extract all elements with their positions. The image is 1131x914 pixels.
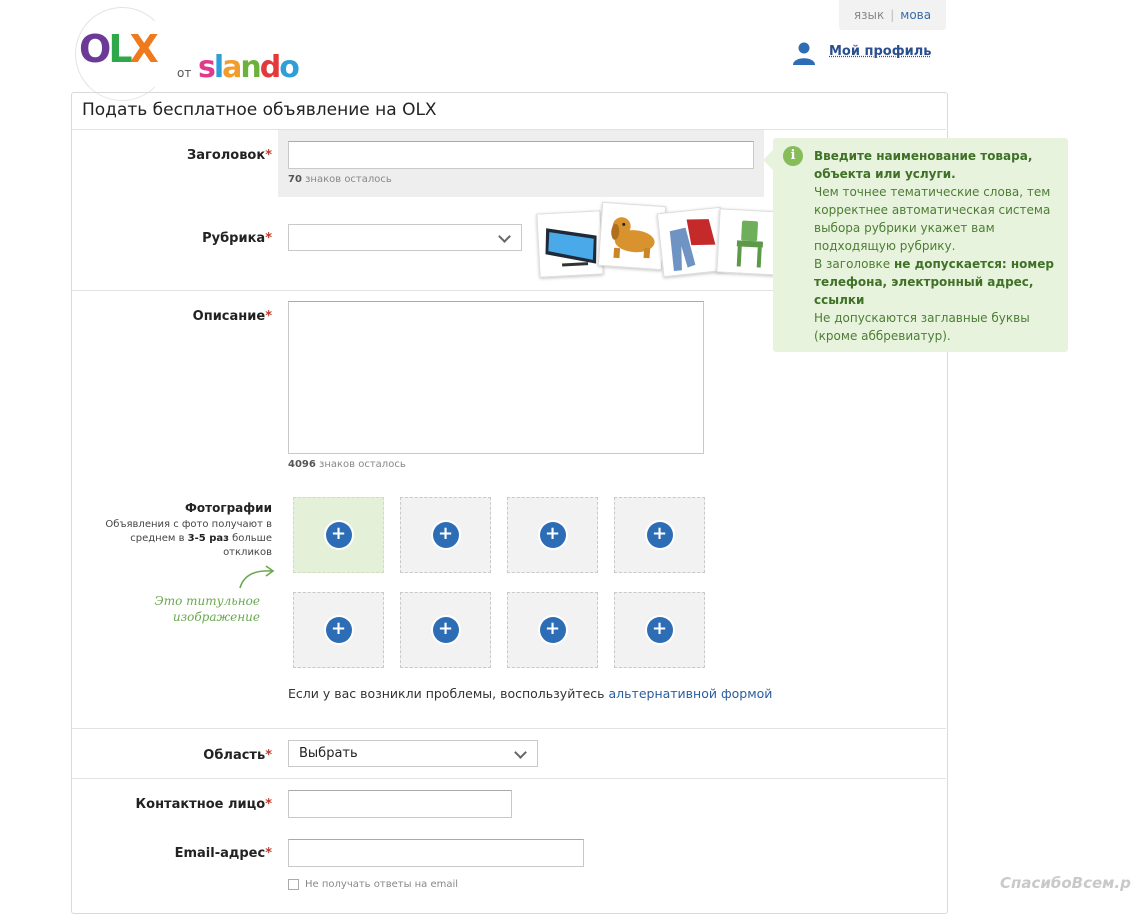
lang-separator: | bbox=[890, 8, 895, 22]
plus-icon: + bbox=[432, 617, 459, 643]
photos-label: Фотографии bbox=[184, 501, 272, 515]
plus-icon: + bbox=[646, 617, 673, 643]
photo-slot[interactable]: + bbox=[507, 592, 598, 668]
chevron-down-icon bbox=[498, 230, 511, 243]
dog-category-image[interactable] bbox=[597, 201, 667, 271]
headline-label: Заголовок* bbox=[150, 148, 272, 163]
required-mark: * bbox=[265, 231, 272, 246]
description-label-text: Описание bbox=[192, 309, 266, 324]
region-value: Выбрать bbox=[299, 746, 358, 761]
title-image-note-line1: Это титульное bbox=[154, 594, 260, 608]
description-chars-text: знаков осталось bbox=[315, 459, 406, 470]
email-input[interactable] bbox=[288, 839, 584, 867]
email-label-text: Email-адрес bbox=[174, 846, 266, 861]
logo-letter: X bbox=[129, 27, 159, 71]
plus-icon: + bbox=[539, 522, 566, 548]
user-icon[interactable] bbox=[792, 41, 816, 65]
photo-slot[interactable]: + bbox=[400, 497, 491, 573]
title-image-note: Это титульное изображение bbox=[140, 593, 260, 625]
email-label: Email-адрес* bbox=[120, 846, 272, 861]
logo-letter: l bbox=[213, 50, 224, 85]
region-label-text: Область bbox=[203, 748, 266, 763]
logo-letter: s bbox=[198, 50, 216, 85]
divider bbox=[72, 728, 946, 729]
logo-letter: L bbox=[108, 27, 132, 71]
photos-description: Объявления с фото получают в среднем в 3… bbox=[88, 518, 272, 560]
tooltip-warning: В заголовке не допускается: номер телефо… bbox=[814, 255, 1059, 309]
logo-letter: o bbox=[279, 50, 300, 85]
headline-chars-text: знаков осталось bbox=[301, 174, 392, 185]
description-label: Описание* bbox=[150, 309, 272, 324]
dog-icon bbox=[611, 217, 655, 259]
lang-current: язык bbox=[853, 8, 885, 22]
photo-slot[interactable]: + bbox=[293, 592, 384, 668]
photo-slot[interactable]: + bbox=[614, 592, 705, 668]
tooltip-heading: Введите наименование товара, объекта или… bbox=[814, 149, 1033, 181]
headline-chars-left: 70 знаков осталось bbox=[288, 174, 392, 185]
language-switcher: язык | мова bbox=[839, 0, 946, 30]
logo-letter: O bbox=[79, 27, 111, 71]
category-label: Рубрика* bbox=[150, 231, 272, 246]
logo-letter: a bbox=[222, 50, 242, 85]
no-email-replies-checkbox[interactable] bbox=[288, 879, 299, 890]
upload-problem-text: Если у вас возникли проблемы, воспользуй… bbox=[288, 686, 609, 701]
divider bbox=[72, 778, 946, 779]
no-email-replies-label[interactable]: Не получать ответы на email bbox=[305, 879, 458, 890]
lang-ukrainian-link[interactable]: мова bbox=[900, 8, 931, 22]
required-mark: * bbox=[265, 846, 272, 861]
logo-from-label: от bbox=[177, 66, 192, 80]
olx-logo[interactable]: OLX bbox=[79, 27, 159, 71]
plus-icon: + bbox=[646, 522, 673, 548]
headline-label-text: Заголовок bbox=[187, 148, 266, 163]
watermark: СпасибоВсем.ру bbox=[1000, 874, 1131, 892]
plus-icon: + bbox=[539, 617, 566, 643]
plus-icon: + bbox=[325, 617, 352, 643]
logo-letter: n bbox=[240, 50, 261, 85]
region-select[interactable]: Выбрать bbox=[288, 740, 538, 767]
contact-label-text: Контактное лицо bbox=[135, 797, 266, 812]
tooltip-caps-note: Не допускаются заглавные буквы (кроме аб… bbox=[814, 311, 1030, 343]
logo-letter: d bbox=[259, 50, 282, 85]
tv-category-image[interactable] bbox=[536, 210, 604, 278]
region-label: Область* bbox=[150, 748, 272, 763]
description-textarea[interactable] bbox=[288, 301, 704, 454]
upload-problem-note: Если у вас возникли проблемы, воспользуй… bbox=[288, 686, 772, 701]
required-mark: * bbox=[265, 748, 272, 763]
photos-desc-part2: больше откликов bbox=[223, 533, 272, 558]
required-mark: * bbox=[265, 148, 272, 163]
tooltip-text: Введите наименование товара, объекта или… bbox=[814, 147, 1059, 345]
chevron-down-icon bbox=[514, 746, 527, 759]
category-select[interactable] bbox=[288, 224, 522, 251]
tv-icon bbox=[545, 228, 597, 267]
required-mark: * bbox=[265, 797, 272, 812]
headline-chars-count: 70 bbox=[288, 174, 302, 185]
tooltip-arrow bbox=[763, 150, 773, 170]
plus-icon: + bbox=[325, 522, 352, 548]
description-chars-count: 4096 bbox=[288, 459, 316, 470]
headline-input[interactable] bbox=[288, 141, 754, 169]
curved-arrow-icon bbox=[239, 565, 275, 589]
plus-icon: + bbox=[432, 522, 459, 548]
photo-slot[interactable]: + bbox=[614, 497, 705, 573]
alternative-form-link[interactable]: альтернативной формой bbox=[609, 686, 773, 701]
category-label-text: Рубрика bbox=[202, 231, 266, 246]
title-image-note-line2: изображение bbox=[172, 610, 260, 624]
contact-label: Контактное лицо* bbox=[120, 797, 272, 812]
tooltip-warning-prefix: В заголовке bbox=[814, 257, 894, 271]
photos-desc-bold: 3-5 раз bbox=[187, 533, 229, 544]
required-mark: * bbox=[265, 309, 272, 324]
photo-slot-main[interactable]: + bbox=[293, 497, 384, 573]
tooltip-paragraph: Чем точнее тематические слова, тем корре… bbox=[814, 185, 1051, 253]
description-chars-left: 4096 знаков осталось bbox=[288, 459, 406, 470]
my-profile-link[interactable]: Мой профиль bbox=[829, 44, 931, 59]
info-icon: i bbox=[783, 146, 803, 166]
slando-logo: slando bbox=[198, 50, 300, 85]
contact-name-input[interactable] bbox=[288, 790, 512, 818]
page-title: Подать бесплатное объявление на OLX bbox=[82, 100, 437, 120]
photo-slot[interactable]: + bbox=[507, 497, 598, 573]
photo-slot[interactable]: + bbox=[400, 592, 491, 668]
